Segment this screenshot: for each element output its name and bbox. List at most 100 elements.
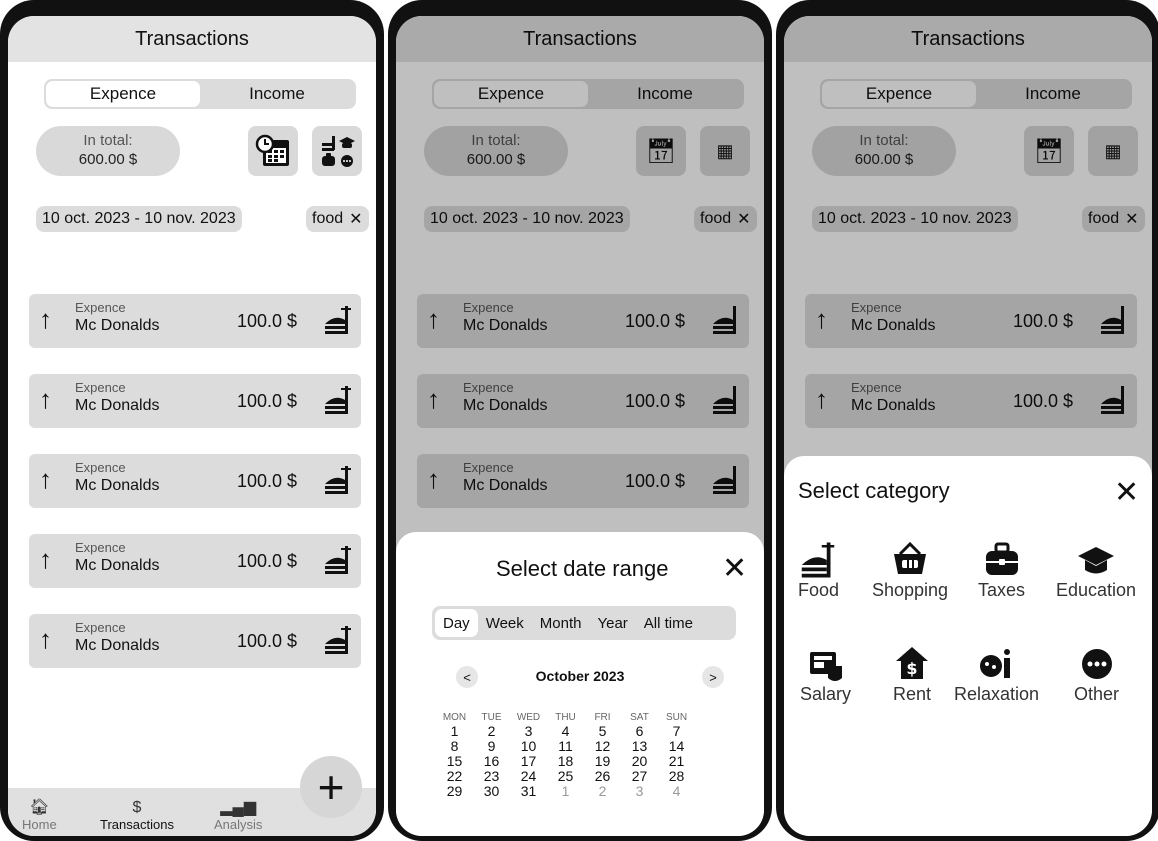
date-filter-button[interactable] (248, 126, 298, 176)
close-icon[interactable]: ✕ (1125, 209, 1138, 229)
close-icon[interactable]: ✕ (722, 554, 747, 584)
category-shopping[interactable]: Shopping (872, 540, 948, 601)
transaction-amount: 100.0 $ (625, 391, 686, 411)
date-filter-button[interactable]: 📅︎ (636, 126, 686, 176)
transaction-row[interactable]: ↑ Expence Mc Donalds 100.0 $ (805, 294, 1137, 348)
calendar-day[interactable]: 1 (547, 784, 584, 799)
screen-transactions: Transactions Expence Income In total: 60… (8, 16, 376, 836)
calendar-day[interactable]: 28 (658, 769, 695, 784)
calendar-day[interactable]: 2 (584, 784, 621, 799)
calendar-day[interactable]: 15 (436, 754, 473, 769)
screen-category: Transactions Expence Income In total: 60… (784, 16, 1152, 836)
calendar-day[interactable]: 8 (436, 739, 473, 754)
tab-analysis[interactable]: ▂▄▆ Analysis (214, 799, 262, 832)
category-education[interactable]: Education (1056, 540, 1136, 601)
calendar-day[interactable]: 4 (658, 784, 695, 799)
close-icon[interactable]: ✕ (349, 209, 362, 229)
toggle-income[interactable]: Income (200, 81, 354, 107)
calendar-day[interactable]: 10 (510, 739, 547, 754)
add-transaction-button[interactable]: + (300, 756, 362, 818)
calendar-day[interactable]: 18 (547, 754, 584, 769)
tab-home[interactable]: 🏠︎ Home (22, 799, 57, 832)
transaction-row[interactable]: ↑ Expence Mc Donalds 100.0 $ (29, 614, 361, 668)
calendar-day[interactable]: 30 (473, 784, 510, 799)
category-filter-button[interactable] (312, 126, 362, 176)
arrow-up-icon: ↑ (427, 304, 440, 334)
transaction-row[interactable]: ↑ Expence Mc Donalds 100.0 $ (417, 294, 749, 348)
calendar-day[interactable]: 13 (621, 739, 658, 754)
calendar-day[interactable]: 20 (621, 754, 658, 769)
category-chip[interactable]: food ✕ (306, 206, 369, 232)
calendar-day[interactable]: 27 (621, 769, 658, 784)
calendar-day[interactable]: 26 (584, 769, 621, 784)
category-filter-button[interactable]: ▦ (700, 126, 750, 176)
transaction-kind: Expence (75, 540, 126, 555)
calendar-day[interactable]: 21 (658, 754, 695, 769)
briefcase-icon (985, 542, 1018, 575)
category-food[interactable]: Food (798, 540, 839, 601)
calendar-day[interactable]: 23 (473, 769, 510, 784)
category-chip[interactable]: food ✕ (694, 206, 757, 232)
toggle-expence[interactable]: Expence (434, 81, 588, 107)
close-icon[interactable]: ✕ (737, 209, 750, 229)
category-relaxation[interactable]: Relaxation (954, 644, 1039, 705)
calendar-day[interactable]: 31 (510, 784, 547, 799)
categories-icon: ▦ (716, 140, 734, 161)
category-taxes[interactable]: Taxes (978, 540, 1025, 601)
calendar-day[interactable]: 24 (510, 769, 547, 784)
range-all-time[interactable]: All time (636, 609, 701, 637)
tab-transactions[interactable]: $ Transactions (100, 799, 174, 832)
transaction-row[interactable]: ↑ Expence Mc Donalds 100.0 $ (29, 294, 361, 348)
calendar-day[interactable]: 9 (473, 739, 510, 754)
close-icon[interactable]: ✕ (1114, 478, 1139, 508)
calendar-day[interactable]: 25 (547, 769, 584, 784)
calendar-day[interactable]: 7 (658, 724, 695, 739)
category-rent[interactable]: $ Rent (892, 644, 932, 705)
date-range-chip[interactable]: 10 oct. 2023 - 10 nov. 2023 (812, 206, 1018, 232)
category-chip-label: food (312, 210, 344, 227)
category-chip[interactable]: food ✕ (1082, 206, 1145, 232)
range-year[interactable]: Year (589, 609, 635, 637)
range-day[interactable]: Day (435, 609, 478, 637)
calendar-grid: MON TUE WED THU FRI SAT SUN 1 2 3 4 5 6 7 8 9 10 11 12 13 14… (436, 712, 695, 799)
calendar-day[interactable]: 2 (473, 724, 510, 739)
calendar-day[interactable]: 14 (658, 739, 695, 754)
transaction-row[interactable]: ↑ Expence Mc Donalds 100.0 $ (29, 534, 361, 588)
calendar-day[interactable]: 16 (473, 754, 510, 769)
transaction-row[interactable]: ↑ Expence Mc Donalds 100.0 $ (417, 454, 749, 508)
category-other[interactable]: Other (1074, 644, 1119, 705)
calendar-clock-icon: 📅︎ (1033, 137, 1065, 165)
arrow-up-icon: ↑ (39, 464, 52, 494)
toggle-income[interactable]: Income (976, 81, 1130, 107)
toggle-income[interactable]: Income (588, 81, 742, 107)
date-filter-button[interactable]: 📅︎ (1024, 126, 1074, 176)
calendar-day[interactable]: 1 (436, 724, 473, 739)
calendar-day[interactable]: 19 (584, 754, 621, 769)
transaction-row[interactable]: ↑ Expence Mc Donalds 100.0 $ (417, 374, 749, 428)
range-week[interactable]: Week (478, 609, 532, 637)
date-range-chip[interactable]: 10 oct. 2023 - 10 nov. 2023 (36, 206, 242, 232)
calendar-day[interactable]: 6 (621, 724, 658, 739)
category-salary[interactable]: Salary (800, 644, 851, 705)
transaction-row[interactable]: ↑ Expence Mc Donalds 100.0 $ (29, 374, 361, 428)
transaction-row[interactable]: ↑ Expence Mc Donalds 100.0 $ (29, 454, 361, 508)
calendar-day[interactable]: 12 (584, 739, 621, 754)
calendar-day[interactable]: 22 (436, 769, 473, 784)
screen-date-range: Transactions Expence Income In total: 60… (396, 16, 764, 836)
toggle-expence[interactable]: Expence (46, 81, 200, 107)
range-month[interactable]: Month (532, 609, 590, 637)
calendar-day[interactable]: 11 (547, 739, 584, 754)
calendar-clock-icon (255, 134, 289, 166)
calendar-day[interactable]: 3 (621, 784, 658, 799)
calendar-day[interactable]: 3 (510, 724, 547, 739)
category-filter-button[interactable]: ▦ (1088, 126, 1138, 176)
calendar-day[interactable]: 4 (547, 724, 584, 739)
next-month-button[interactable]: > (702, 666, 724, 688)
toggle-expence[interactable]: Expence (822, 81, 976, 107)
total-label: In total: (83, 132, 133, 149)
calendar-day[interactable]: 5 (584, 724, 621, 739)
calendar-day[interactable]: 17 (510, 754, 547, 769)
date-range-chip[interactable]: 10 oct. 2023 - 10 nov. 2023 (424, 206, 630, 232)
calendar-day[interactable]: 29 (436, 784, 473, 799)
transaction-row[interactable]: ↑ Expence Mc Donalds 100.0 $ (805, 374, 1137, 428)
